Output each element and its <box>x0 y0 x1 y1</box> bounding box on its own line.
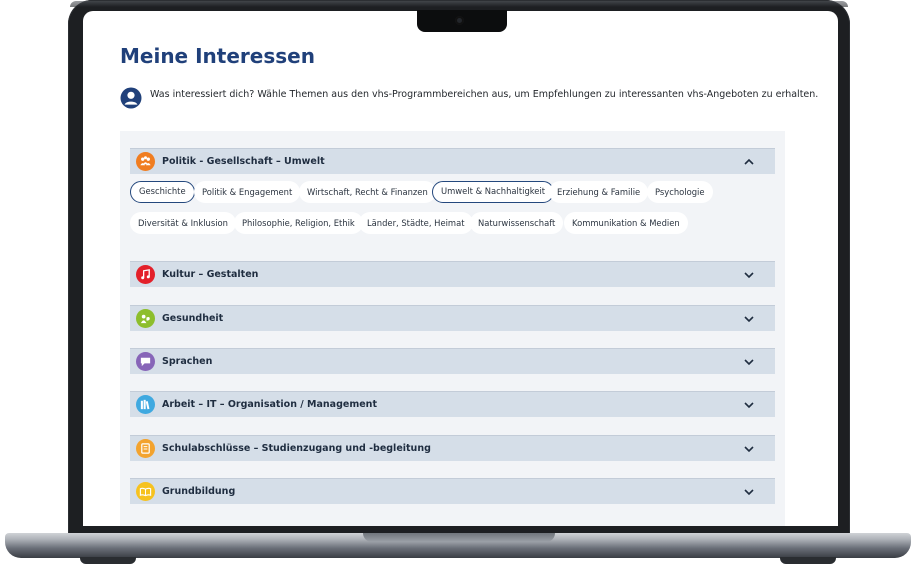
health-icon <box>136 309 155 328</box>
book-icon <box>136 482 155 501</box>
accordion-gesundheit[interactable]: Gesundheit <box>130 305 775 331</box>
topic-chip[interactable]: Umwelt & Nachhaltigkeit <box>432 181 555 203</box>
chevron-down-icon[interactable] <box>743 443 755 455</box>
laptop-screen: Meine Interessen Was interessiert dich? … <box>83 11 838 526</box>
trackpad-notch <box>363 533 555 542</box>
certificate-icon <box>136 439 155 458</box>
accordion-sprachen[interactable]: Sprachen <box>130 348 775 374</box>
accordion-label: Gesundheit <box>162 313 224 324</box>
people-icon <box>136 152 155 171</box>
interests-panel: Politik - Gesellschaft – Umwelt Geschich… <box>120 131 785 526</box>
accordion-grundbildung[interactable]: Grundbildung <box>130 478 775 504</box>
topic-chip[interactable]: Diversität & Inklusion <box>130 212 236 234</box>
books-icon <box>136 395 155 414</box>
webcam-icon <box>455 16 464 25</box>
intro: Was interessiert dich? Wähle Themen aus … <box>120 87 818 109</box>
accordion-politik[interactable]: Politik - Gesellschaft – Umwelt <box>130 148 775 174</box>
topic-chip[interactable]: Erziehung & Familie <box>549 181 649 203</box>
chevron-down-icon[interactable] <box>743 399 755 411</box>
accordion-schulabschluesse[interactable]: Schulabschlüsse – Studienzugang und -beg… <box>130 435 775 461</box>
accordion-label: Kultur – Gestalten <box>162 269 259 280</box>
page-title: Meine Interessen <box>120 44 315 68</box>
topic-chip[interactable]: Psychologie <box>647 181 713 203</box>
chevron-down-icon[interactable] <box>743 486 755 498</box>
accordion-label: Sprachen <box>162 356 213 367</box>
topic-chip[interactable]: Politik & Engagement <box>194 181 301 203</box>
accordion-label: Arbeit – IT – Organisation / Management <box>162 399 377 410</box>
laptop-foot <box>780 557 836 564</box>
user-icon <box>120 87 142 109</box>
topic-chip[interactable]: Wirtschaft, Recht & Finanzen <box>299 181 436 203</box>
accordion-label: Politik - Gesellschaft – Umwelt <box>162 156 325 167</box>
laptop-foot <box>80 557 136 564</box>
accordion-label: Grundbildung <box>162 486 236 497</box>
music-icon <box>136 265 155 284</box>
accordion-kultur[interactable]: Kultur – Gestalten <box>130 261 775 287</box>
chevron-down-icon[interactable] <box>743 356 755 368</box>
intro-text: Was interessiert dich? Wähle Themen aus … <box>150 88 819 100</box>
topic-chip[interactable]: Philosophie, Religion, Ethik <box>234 212 363 234</box>
topic-chip[interactable]: Kommunikation & Medien <box>564 212 688 234</box>
chevron-up-icon[interactable] <box>743 156 755 168</box>
bezel-highlight <box>70 1 848 7</box>
accordion-arbeit[interactable]: Arbeit – IT – Organisation / Management <box>130 391 775 417</box>
speech-icon <box>136 352 155 371</box>
chevron-down-icon[interactable] <box>743 313 755 325</box>
accordion-label: Schulabschlüsse – Studienzugang und -beg… <box>162 443 431 454</box>
topic-chip[interactable]: Länder, Städte, Heimat <box>359 212 473 234</box>
topic-chip[interactable]: Geschichte <box>130 181 195 203</box>
chevron-down-icon[interactable] <box>743 269 755 281</box>
topic-chip[interactable]: Naturwissenschaft <box>470 212 564 234</box>
